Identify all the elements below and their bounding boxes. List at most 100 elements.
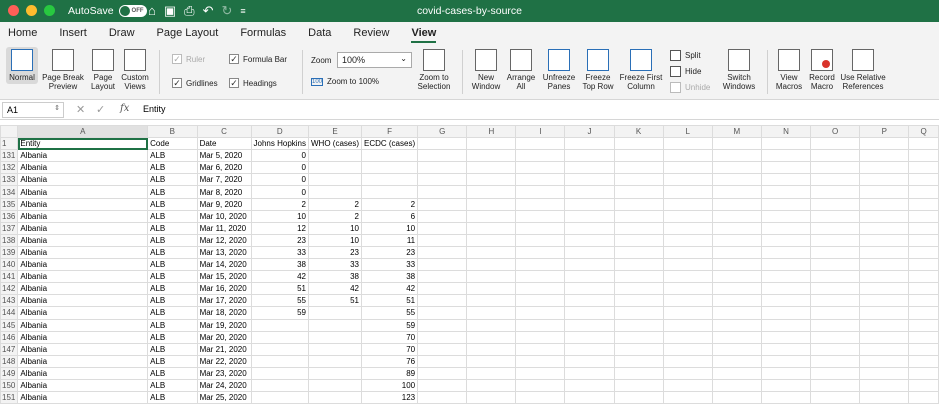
cell[interactable]: [662, 149, 713, 163]
cell[interactable]: [466, 137, 517, 151]
cell[interactable]: [810, 258, 861, 272]
cell[interactable]: [711, 354, 762, 368]
cell[interactable]: [908, 354, 939, 368]
cell-entity[interactable]: Albania: [17, 258, 149, 272]
cell-jh[interactable]: 10: [250, 209, 310, 223]
cell-jh[interactable]: 0: [250, 149, 310, 163]
cell[interactable]: [908, 233, 939, 247]
cell-jh[interactable]: [250, 342, 310, 356]
cell[interactable]: [417, 366, 468, 380]
cell[interactable]: [711, 342, 762, 356]
cell[interactable]: [908, 294, 939, 308]
cell-entity[interactable]: Albania: [17, 270, 149, 284]
column-header[interactable]: I: [515, 125, 566, 139]
column-header[interactable]: L: [662, 125, 713, 139]
cell-date[interactable]: Mar 23, 2020: [196, 366, 252, 380]
cell-entity[interactable]: Albania: [17, 294, 149, 308]
cell-who[interactable]: [308, 391, 362, 405]
zoom-to-100-button[interactable]: 100 Zoom to 100%: [311, 77, 379, 86]
cell[interactable]: [662, 378, 713, 393]
row-header[interactable]: 131: [0, 149, 19, 163]
cell-code[interactable]: ALB: [147, 318, 198, 332]
cell-ecdc[interactable]: 33: [360, 258, 419, 272]
cell[interactable]: [859, 185, 910, 199]
cell[interactable]: [760, 282, 812, 296]
tab-draw[interactable]: Draw: [109, 22, 135, 44]
cell[interactable]: [613, 137, 664, 151]
cell[interactable]: [564, 306, 615, 320]
cell-ecdc[interactable]: [360, 185, 419, 199]
page-layout-button[interactable]: Page Layout: [88, 47, 118, 91]
cell-jh[interactable]: 59: [250, 306, 310, 320]
cell[interactable]: [515, 378, 566, 393]
cell[interactable]: [466, 258, 517, 272]
cell-date[interactable]: Mar 24, 2020: [196, 378, 252, 393]
row-header[interactable]: 138: [0, 233, 19, 247]
cell-who[interactable]: [308, 173, 362, 187]
cell[interactable]: [515, 209, 566, 223]
cell-entity[interactable]: Albania: [17, 378, 149, 393]
cell-ecdc[interactable]: 10: [360, 221, 419, 235]
column-header[interactable]: Q: [908, 125, 939, 139]
row-header[interactable]: 146: [0, 330, 19, 344]
row-header[interactable]: 137: [0, 221, 19, 235]
row-header[interactable]: 142: [0, 282, 19, 296]
column-header[interactable]: G: [417, 125, 468, 139]
cell-entity[interactable]: Albania: [17, 209, 149, 223]
cell-date[interactable]: Mar 13, 2020: [196, 245, 252, 260]
cell[interactable]: [908, 391, 939, 405]
cell-jh[interactable]: [250, 391, 310, 405]
cell-who[interactable]: 10: [308, 221, 362, 235]
document-title[interactable]: covid-cases-by-source: [0, 5, 939, 17]
cell[interactable]: [662, 282, 713, 296]
cell-entity[interactable]: Albania: [17, 221, 149, 235]
cell[interactable]: [760, 391, 812, 405]
cell[interactable]: [466, 366, 517, 380]
cell-code[interactable]: ALB: [147, 378, 198, 393]
row-header[interactable]: 141: [0, 270, 19, 284]
cell[interactable]: [908, 197, 939, 211]
record-macro-button[interactable]: Record Macro: [806, 47, 838, 91]
cell-code[interactable]: ALB: [147, 306, 198, 320]
cell-who[interactable]: 51: [308, 294, 362, 308]
cell[interactable]: [662, 270, 713, 284]
cell[interactable]: [760, 294, 812, 308]
cell[interactable]: [417, 378, 468, 393]
cell[interactable]: [662, 306, 713, 320]
zoom-select[interactable]: 100% ⌄: [337, 52, 412, 68]
cell[interactable]: [417, 209, 468, 223]
cell[interactable]: [662, 137, 713, 151]
cell[interactable]: [908, 185, 939, 199]
cell[interactable]: [613, 221, 664, 235]
cell[interactable]: [711, 258, 762, 272]
arrange-all-button[interactable]: Arrange All: [505, 47, 537, 91]
cell[interactable]: [613, 378, 664, 393]
freeze-first-column-button[interactable]: Freeze First Column: [617, 47, 665, 91]
use-relative-references-button[interactable]: Use Relative References: [838, 47, 888, 91]
column-header[interactable]: M: [711, 125, 762, 139]
cell[interactable]: [908, 137, 939, 151]
cell[interactable]: [711, 306, 762, 320]
cell-entity[interactable]: Albania: [17, 185, 149, 199]
cell-code[interactable]: ALB: [147, 258, 198, 272]
cell[interactable]: [662, 258, 713, 272]
cell[interactable]: [613, 245, 664, 260]
cell[interactable]: [859, 306, 910, 320]
cell[interactable]: [810, 233, 861, 247]
cell-who[interactable]: [308, 330, 362, 344]
cell[interactable]: [417, 330, 468, 344]
cell[interactable]: [564, 149, 615, 163]
cell-date[interactable]: Mar 7, 2020: [196, 173, 252, 187]
cell[interactable]: [662, 173, 713, 187]
cell[interactable]: [810, 149, 861, 163]
tab-view[interactable]: View: [411, 22, 436, 44]
cell-date[interactable]: Mar 11, 2020: [196, 221, 252, 235]
cell[interactable]: [613, 270, 664, 284]
cancel-icon[interactable]: ✕: [76, 103, 85, 116]
cell[interactable]: [417, 318, 468, 332]
cell-ecdc[interactable]: 55: [360, 306, 419, 320]
cell[interactable]: [613, 294, 664, 308]
cell-jh[interactable]: 55: [250, 294, 310, 308]
cell[interactable]: [760, 245, 812, 260]
ruler-checkbox[interactable]: ✓ Ruler: [172, 54, 205, 64]
